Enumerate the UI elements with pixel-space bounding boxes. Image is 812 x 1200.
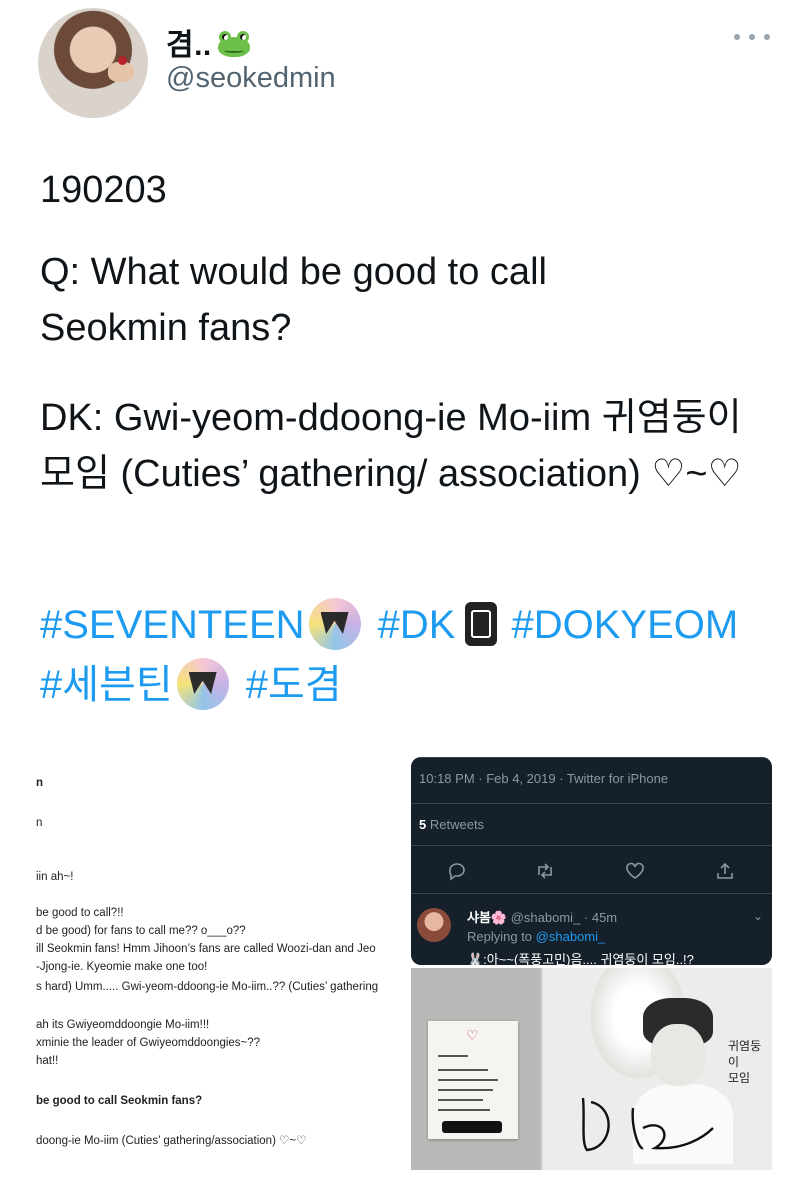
hashtag-dokyeom[interactable]: #DOKYEOM [511, 603, 738, 647]
tweet-meta: 10:18 PM · Feb 4, 2019 · Twitter for iPh… [419, 771, 669, 786]
hashtag-dk[interactable]: #DK [378, 603, 456, 647]
frog-emoji-icon [216, 31, 252, 59]
article-line: hat!! [36, 1055, 59, 1067]
article-line: be good to call?!! [36, 907, 124, 919]
seventeen-logo-icon [176, 658, 229, 710]
article-line: xminie the leader of Gwiyeomddoongies~?? [36, 1037, 261, 1049]
retweet-icon[interactable] [535, 861, 555, 881]
article-line: s hard) Umm..... Gwi-yeom-ddoong-ie Mo-i… [36, 981, 379, 993]
dk-badge-icon [465, 602, 498, 646]
share-icon[interactable] [715, 861, 735, 881]
reply-author: 샤봄🌸 @shabomi_ · 45m [467, 910, 618, 925]
article-line: -Jjong-ie. Kyeomie make one too! [36, 961, 208, 973]
like-icon[interactable] [625, 861, 645, 881]
hashtag-dokyeom-korean[interactable]: #도겸 [246, 663, 342, 707]
article-line: ill Seokmin fans! Hmm Jihoon’s fans are … [36, 943, 376, 955]
seventeen-logo-icon [308, 598, 361, 650]
article-line: iin ah~! [36, 871, 74, 883]
retweet-count: 5 Retweets [419, 817, 485, 832]
tweet-answer-text: DK: Gwi-yeom-ddoong-ie Mo-iim 귀염둥이 모임 (C… [40, 397, 742, 495]
tweet-question-text: Q: What would be good to call Seokmin fa… [40, 251, 547, 349]
handwritten-note-card: ♡ [428, 1021, 518, 1139]
article-line: d be good) for fans to call me?? o___o?? [36, 925, 246, 937]
display-name[interactable]: 겸.. [166, 20, 252, 64]
article-line: ah its Gwiyeomddoongie Mo-iim!!! [36, 1019, 210, 1031]
reply-icon[interactable] [447, 861, 467, 881]
more-options-icon[interactable] [734, 30, 770, 44]
reply-text: 🐰:아~~(폭풍고민)음.... 귀염둥이 모임..!? [467, 952, 694, 965]
handwritten-caption: 귀염둥이 모임 [728, 1039, 762, 1085]
chevron-down-icon[interactable]: ⌄ [753, 909, 763, 923]
article-line: n [36, 777, 44, 789]
article-line: n [36, 817, 43, 829]
hashtag-list: #SEVENTEEN #DK #DOKYEOM #세븐틴 #도겸 [40, 595, 800, 715]
hashtag-seventeen-korean[interactable]: #세븐틴 [40, 663, 173, 707]
display-name-text: 겸.. [166, 29, 212, 62]
replying-to: Replying to @shabomi_ [467, 929, 606, 944]
tweet-date-text: 190203 [40, 169, 167, 211]
avatar[interactable] [38, 8, 148, 118]
article-line: doong-ie Mo-iim (Cuties’ gathering/assoc… [36, 1135, 307, 1147]
attached-image-article[interactable]: n n iin ah~! be good to call?!! d be goo… [28, 755, 406, 1175]
attached-image-twitter-screenshot[interactable]: 10:18 PM · Feb 4, 2019 · Twitter for iPh… [411, 757, 772, 965]
article-line: be good to call Seokmin fans? [36, 1095, 203, 1107]
autograph-signature-icon [581, 1097, 714, 1152]
hashtag-seventeen[interactable]: #SEVENTEEN [40, 603, 305, 647]
user-handle[interactable]: @seokedmin [166, 62, 336, 95]
attached-image-signed-photo[interactable]: ♡ 귀염둥이 모임 [411, 968, 772, 1170]
heart-icon: ♡ [466, 1027, 479, 1043]
reply-avatar[interactable] [417, 908, 451, 942]
